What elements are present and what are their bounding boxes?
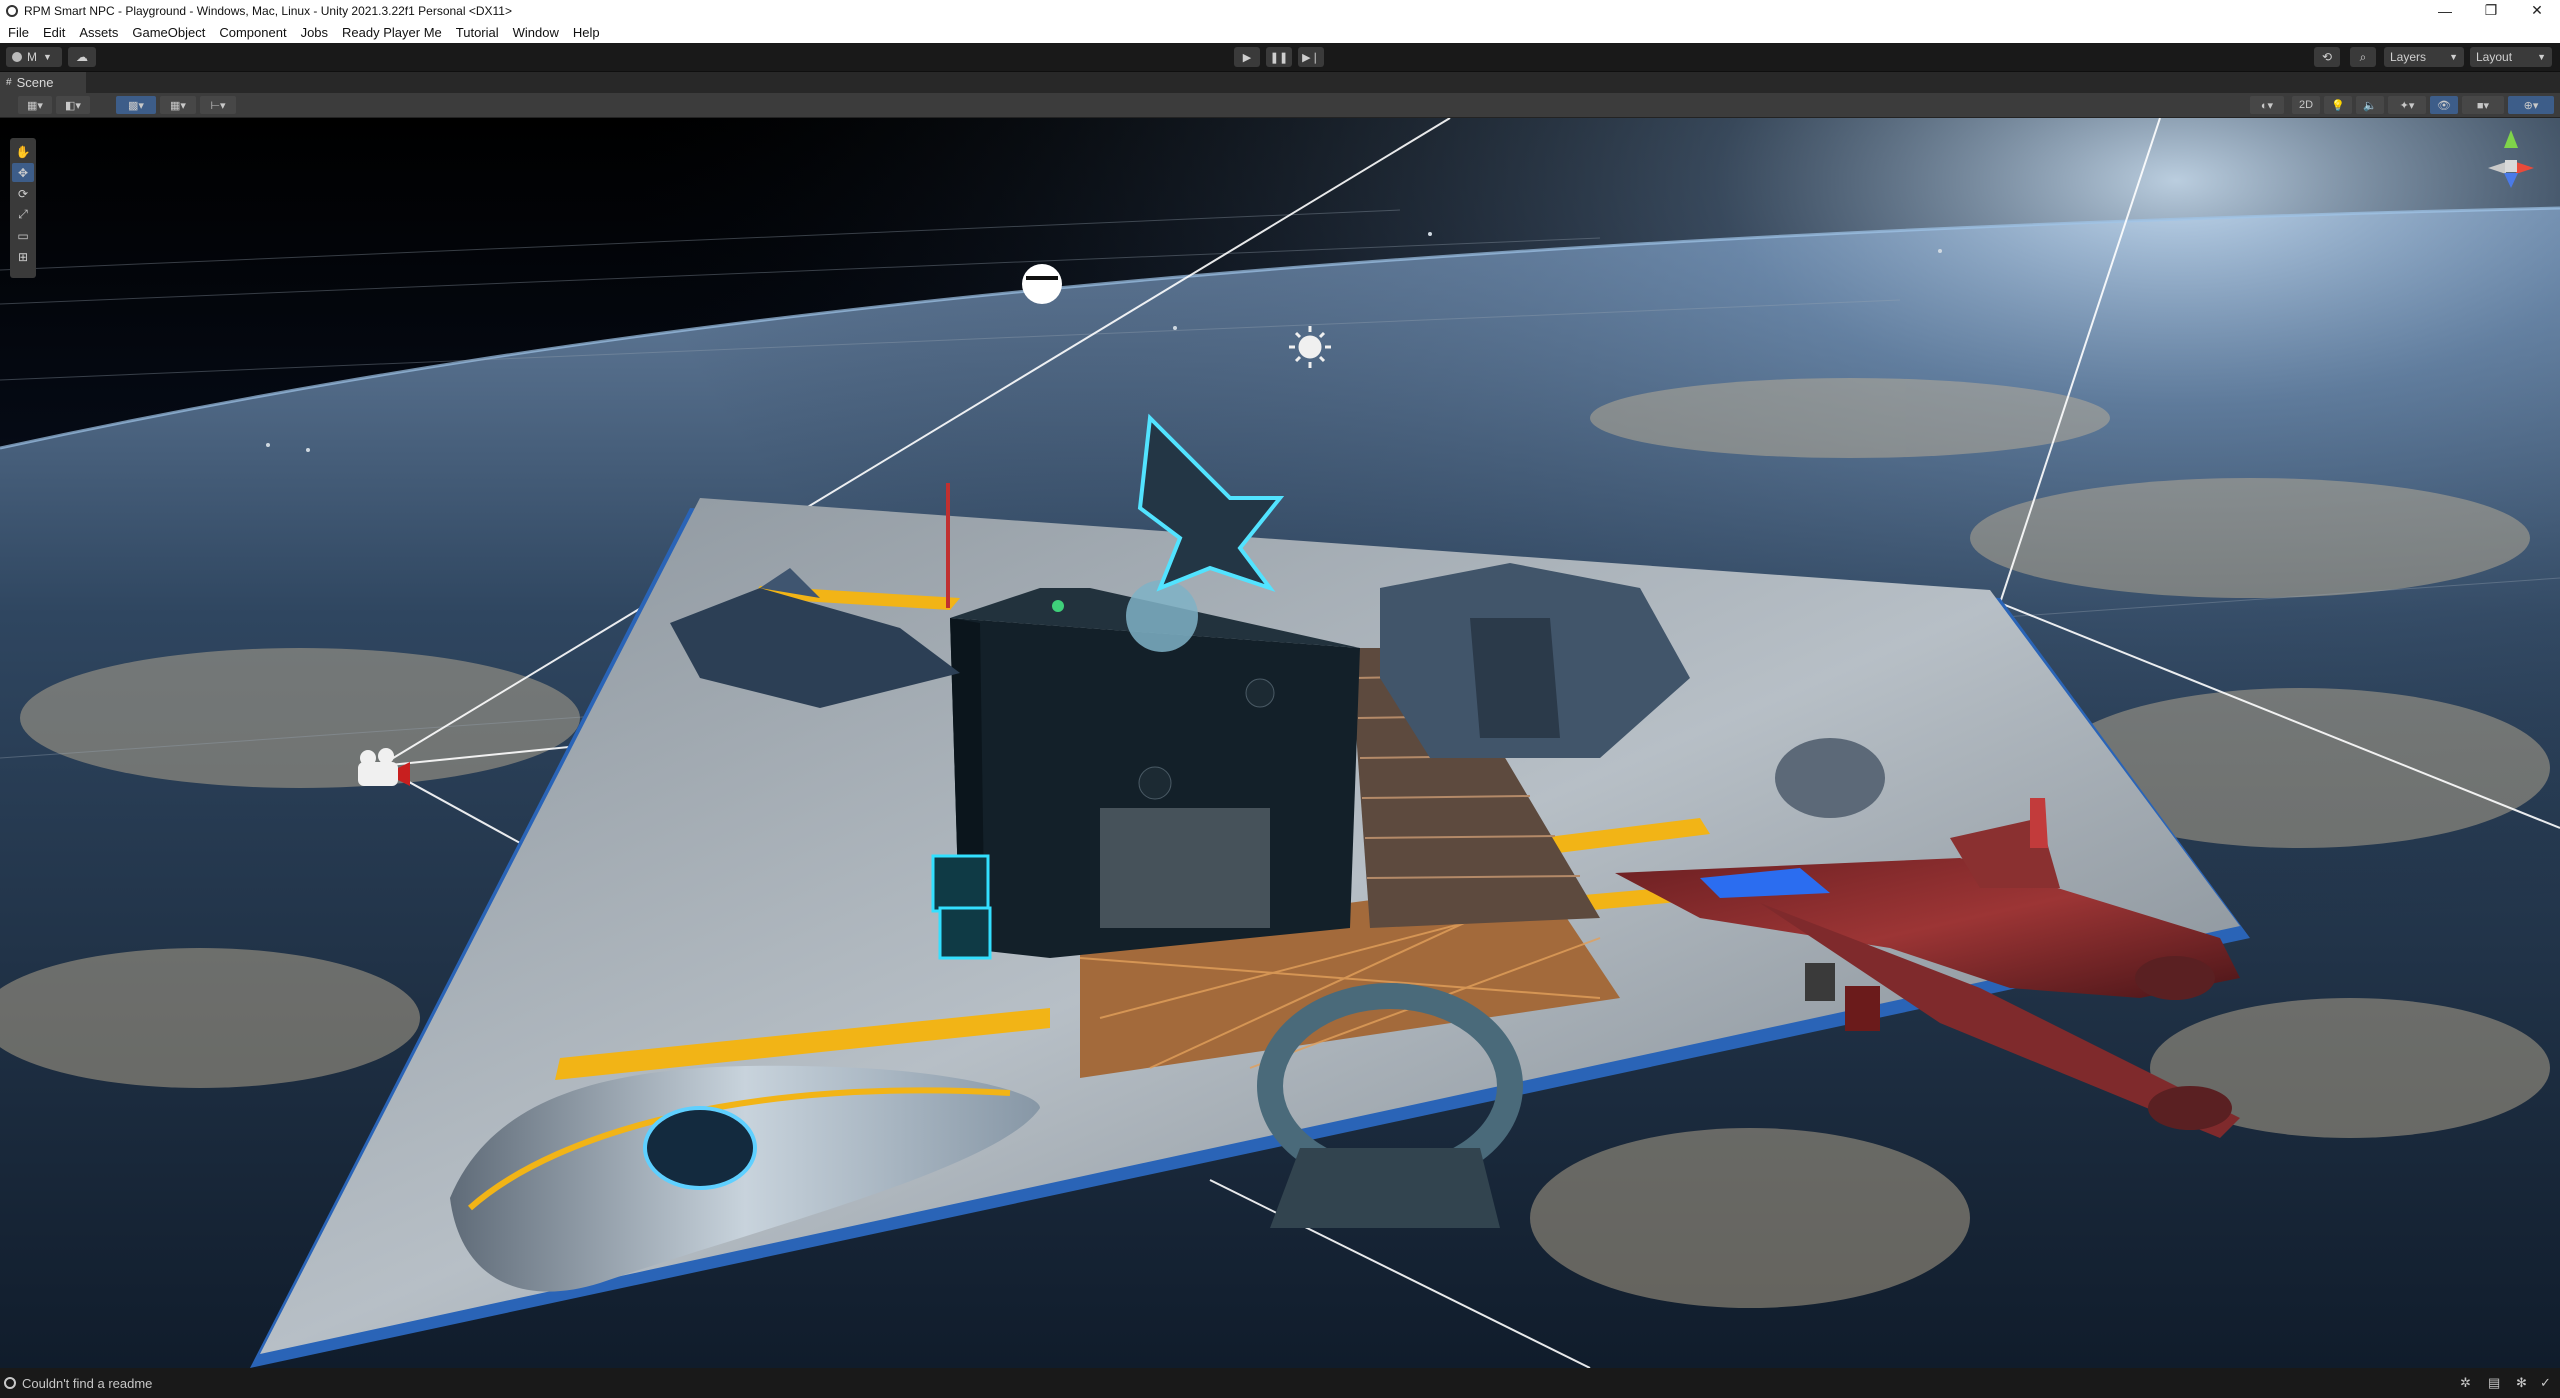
cloud-button[interactable]: ☁ [68,47,96,67]
eye-icon: 👁 [2437,99,2451,112]
move-tool-icon[interactable]: ✥ [12,163,34,182]
menu-bar: File Edit Assets GameObject Component Jo… [0,21,2560,43]
transform-tool-icon[interactable]: ⊞ [12,247,34,266]
scene-viewport[interactable]: ✋ ✥ ⟳ ⤢ ▭ ⊞ [0,118,2560,1368]
check-icon[interactable]: ✓ [2540,1375,2551,1391]
snap-increment-dropdown[interactable]: ⊢▾ [200,96,236,114]
layout-dropdown[interactable]: Layout ▼ [2470,47,2552,67]
close-button[interactable]: ✕ [2514,0,2560,21]
chevron-down-icon: ▼ [2537,52,2546,62]
menu-tutorial[interactable]: Tutorial [449,25,506,40]
scene-render [0,118,2560,1368]
title-bar: RPM Smart NPC - Playground - Windows, Ma… [0,0,2560,21]
render-mode-icon: ◧▾ [65,99,81,112]
draw-mode-icon: ▦▾ [27,99,43,112]
menu-jobs[interactable]: Jobs [294,25,335,40]
menu-assets[interactable]: Assets [72,25,125,40]
bug-icon[interactable]: ✻ [2516,1375,2527,1391]
cloud-icon: ☁ [76,50,88,64]
snap-icon: ⊢▾ [210,99,226,112]
tab-scene[interactable]: # Scene [0,72,86,93]
draw-mode-dropdown[interactable]: ▦▾ [18,96,52,114]
menu-file[interactable]: File [0,25,36,40]
scene-tab-icon: # [6,77,12,88]
play-button[interactable]: ▶ [1234,47,1260,67]
search-button[interactable]: ⌕ [2350,47,2376,67]
menu-window[interactable]: Window [506,25,566,40]
tower-doorway [1100,808,1270,928]
layers-dropdown[interactable]: Layers ▼ [2384,47,2464,67]
menu-help[interactable]: Help [566,25,607,40]
chevron-down-icon: ▼ [2449,52,2458,62]
pause-icon: ❚❚ [1269,51,1289,64]
effects-dropdown[interactable]: ✦▾ [2388,96,2426,114]
step-icon: ▶❘ [1302,51,1320,64]
step-button[interactable]: ▶❘ [1298,47,1324,67]
effects-icon: ✦▾ [2399,99,2415,112]
layers-label: Layers [2390,50,2427,64]
debug-icon[interactable]: ✲ [2460,1375,2471,1391]
camera-icon: ■▾ [2476,99,2490,112]
status-bar: Couldn't find a readme ✲ ▤ ✻ ✓ [0,1368,2560,1398]
account-dropdown[interactable]: M ▼ [6,47,62,67]
gizmos-dropdown[interactable]: ⊕▾ [2508,96,2554,114]
grid-icon: ▩▾ [128,99,144,112]
undo-history-button[interactable]: ⟲ [2314,47,2340,67]
scene-visibility-toggle[interactable]: 👁 [2430,96,2458,114]
gizmos-icon: ⊕▾ [2523,99,2539,112]
scene-tab-label: Scene [16,75,54,90]
status-message[interactable]: Couldn't find a readme [22,1376,152,1391]
restore-button[interactable]: ❐ [2468,0,2514,21]
chevron-down-icon: ▼ [43,52,52,62]
light-bulb-icon: 💡 [2331,99,2345,112]
render-mode-dropdown[interactable]: ◧▾ [56,96,90,114]
console-icon[interactable]: ▤ [2488,1375,2500,1391]
orientation-gizmo-icon[interactable] [2476,128,2546,208]
history-icon: ⟲ [2321,50,2333,64]
rotate-tool-icon[interactable]: ⟳ [12,184,34,203]
window-title: RPM Smart NPC - Playground - Windows, Ma… [24,3,512,18]
pause-button[interactable]: ❚❚ [1266,47,1292,67]
audio-toggle[interactable]: 🔈 [2356,96,2384,114]
toggle-2d-button[interactable]: 2D [2292,96,2320,114]
scale-tool-icon[interactable]: ⤢ [12,205,34,224]
lighting-toggle[interactable]: 💡 [2324,96,2352,114]
search-icon: ⌕ [2359,49,2367,64]
account-label: M [27,50,37,64]
menu-edit[interactable]: Edit [36,25,72,40]
rect-tool-icon[interactable]: ▭ [12,226,34,245]
menu-ready-player-me[interactable]: Ready Player Me [335,25,449,40]
audio-icon: 🔈 [2363,99,2377,112]
hand-tool-icon[interactable]: ✋ [12,142,34,161]
info-icon [4,1377,16,1389]
menu-component[interactable]: Component [212,25,293,40]
main-toolbar: M ▼ ☁ ▶ ❚❚ ▶❘ ⟲ ⌕ Layers ▼ Layout ▼ [0,43,2560,72]
unity-icon [6,4,18,17]
grid-visibility-icon: ▦▾ [170,99,186,112]
layout-label: Layout [2476,50,2513,64]
shading-icon: ◐▾ [2260,99,2274,112]
play-icon: ▶ [1242,51,1252,64]
account-icon [12,52,22,62]
grid-visibility-dropdown[interactable]: ▦▾ [160,96,196,114]
tab-bar: # Scene [0,72,2560,93]
camera-dropdown[interactable]: ■▾ [2462,96,2504,114]
minimize-button[interactable]: — [2422,0,2468,21]
scene-toolbar: ▦▾ ◧▾ ▩▾ ▦▾ ⊢▾ ◐▾ 2D 💡 🔈 ✦▾ 👁 ■▾ ⊕▾ [0,93,2560,118]
shading-mode-dropdown[interactable]: ◐▾ [2250,96,2284,114]
grid-snapping-toggle[interactable]: ▩▾ [116,96,156,114]
scene-tools-panel: ✋ ✥ ⟳ ⤢ ▭ ⊞ [10,138,36,278]
menu-gameobject[interactable]: GameObject [125,25,212,40]
